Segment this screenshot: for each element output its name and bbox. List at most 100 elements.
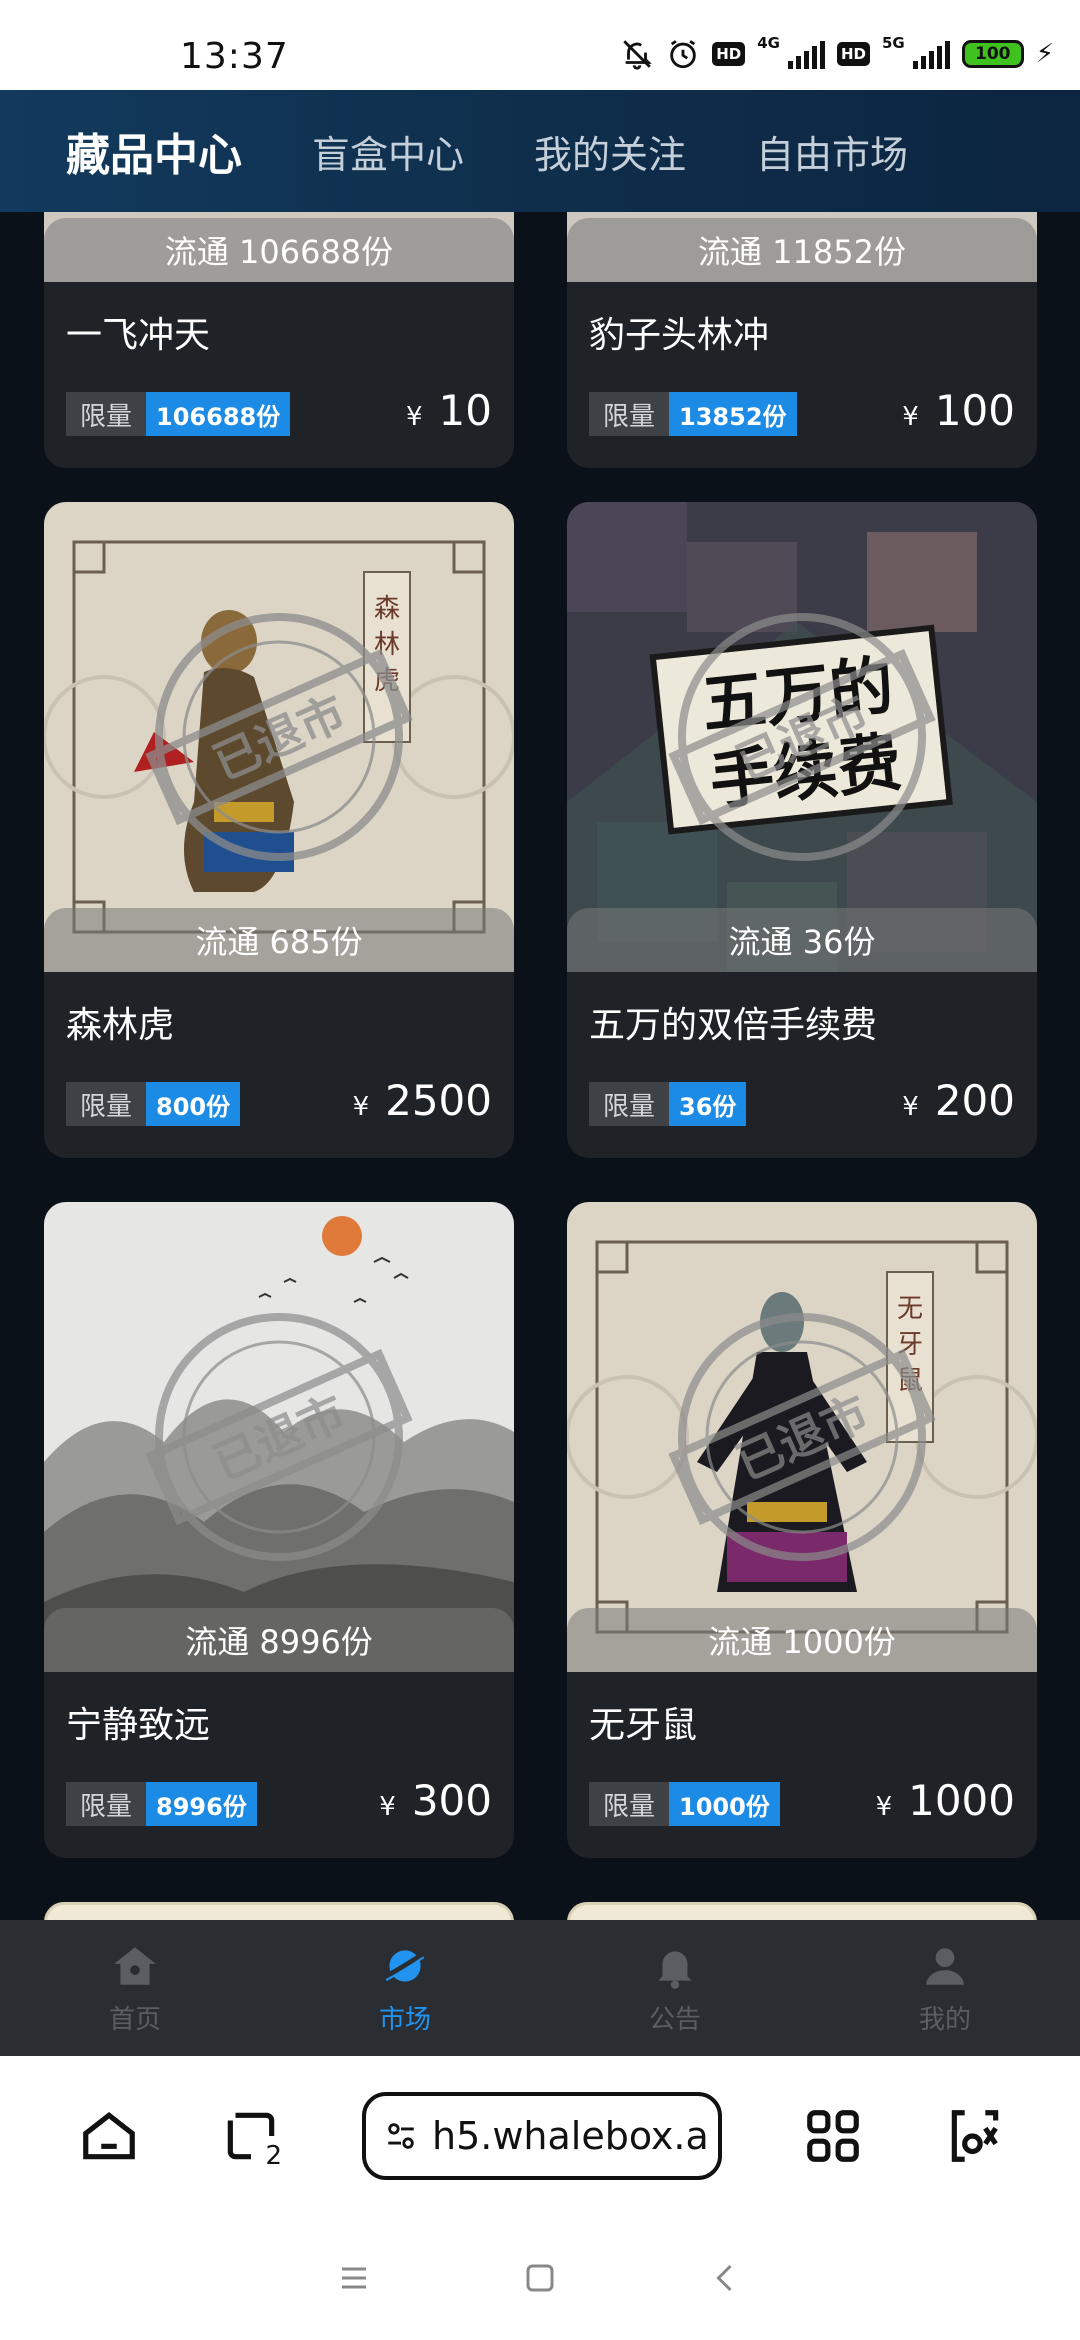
user-icon [926,1947,964,1985]
card-image: 已退市 流通 8996份 [44,1202,514,1672]
planet-icon [385,1949,426,1982]
system-navigation-bar [0,2216,1080,2340]
price: ¥ 300 [379,1776,492,1825]
limit-badge: 限量 36份 [589,1082,747,1126]
signal-icon [787,39,825,69]
collection-card[interactable] [567,1902,1037,1920]
home-square-icon[interactable] [522,2260,558,2296]
tab-my-follows[interactable]: 我的关注 [534,124,686,179]
tab-collection-center[interactable]: 藏品中心 [66,119,242,183]
url-text: h5.whalebox.a [432,2114,709,2158]
hd-icon: HD [712,42,746,66]
card-title: 一飞冲天 [66,315,211,356]
mute-bell-icon [620,37,654,71]
limit-value: 1000份 [669,1782,780,1826]
card-info: 五万的双倍手续费 限量 36份 ¥ 200 [567,972,1037,1158]
tab-blind-box-center[interactable]: 盲盒中心 [312,124,464,179]
card-title: 五万的双倍手续费 [589,1005,878,1046]
card-info: 宁静致远 限量 8996份 ¥ 300 [44,1672,514,1858]
limit-value: 800份 [146,1082,241,1126]
tabs-button[interactable]: 2 [220,2105,282,2171]
card-title: 森林虎 [66,1005,175,1046]
ai-assistant-button[interactable] [944,2105,1006,2167]
tab-count: 2 [265,2141,282,2171]
nav-item-profile[interactable]: 我的 [810,1920,1080,2056]
network-label-4g: 4G [757,34,780,52]
circulation-label: 流通 8996份 [44,1608,514,1672]
tab-free-market[interactable]: 自由市场 [756,124,908,179]
limit-value: 13852份 [669,392,797,436]
currency-symbol: ¥ [875,1792,893,1822]
artwork-image: 无牙鼠 已退市 [567,1202,1037,1672]
card-info: 森林虎 限量 800份 ¥ 2500 [44,972,514,1158]
collection-card[interactable]: 五万的 手续费 已退市 流通 36份 五万的双倍手续费 限量 36份 ¥ 200 [567,502,1037,1158]
limit-value: 106688份 [146,392,291,436]
currency-symbol: ¥ [406,402,423,432]
collection-card[interactable] [44,1902,514,1920]
card-title: 豹子头林冲 [589,315,770,356]
currency-symbol: ¥ [902,402,919,432]
price-value: 10 [438,386,492,435]
card-image: 森林虎 已退市 流通 685份 [44,502,514,972]
nav-item-announcements[interactable]: 公告 [540,1920,810,2056]
menu-icon[interactable] [336,2260,372,2296]
currency-symbol: ¥ [902,1092,919,1122]
collection-card[interactable]: 流通 11852份 豹子头林冲 限量 13852份 ¥ 100 [567,212,1037,468]
limit-label: 限量 [66,392,147,436]
address-bar[interactable]: h5.whalebox.a [362,2092,722,2180]
price: ¥ 100 [902,386,1015,435]
nav-label: 公告 [648,2004,701,2035]
limit-badge: 限量 800份 [66,1082,241,1126]
card-title: 无牙鼠 [589,1705,698,1746]
alarm-icon [666,37,700,71]
nav-item-home[interactable]: 首页 [0,1920,270,2056]
card-image: 无牙鼠 已退市 流通 1000份 [567,1202,1037,1672]
status-icons: HD 4G HD 5G 100 ⚡ [620,34,1054,74]
card-image: 五万的 手续费 已退市 流通 36份 [567,502,1037,972]
circulation-label: 流通 1000份 [567,1608,1037,1672]
apps-button[interactable] [802,2105,864,2167]
collection-card[interactable]: 已退市 流通 8996份 宁静致远 限量 8996份 ¥ 300 [44,1202,514,1858]
price: ¥ 10 [406,386,492,435]
grid-icon [807,2110,859,2162]
price-value: 2500 [385,1076,492,1125]
price: ¥ 1000 [876,1776,1015,1825]
card-image: 流通 106688份 [44,212,514,282]
browser-home-button[interactable] [78,2105,140,2167]
collection-card[interactable]: 无牙鼠 已退市 流通 1000份 无牙鼠 限量 1000份 ¥ 1000 [567,1202,1037,1858]
card-info: 一飞冲天 限量 106688份 ¥ 10 [44,282,514,468]
limit-badge: 限量 1000份 [589,1782,780,1826]
browser-toolbar: 2 h5.whalebox.a [0,2056,1080,2216]
artwork-image: 五万的 手续费 已退市 [567,502,1037,972]
battery-icon: 100 [961,40,1024,68]
status-bar: 13:37 HD 4G HD 5G 100 ⚡ [0,0,1080,90]
limit-label: 限量 [589,1782,670,1826]
back-icon[interactable] [708,2260,744,2296]
status-time: 13:37 [180,36,289,77]
limit-value: 8996份 [146,1782,257,1826]
ai-icon [951,2110,999,2162]
card-info: 豹子头林冲 限量 13852份 ¥ 100 [567,282,1037,468]
top-tab-bar: 藏品中心 盲盒中心 我的关注 自由市场 [0,90,1080,212]
limit-badge: 限量 8996份 [66,1782,257,1826]
price-value: 300 [411,1776,492,1825]
limit-label: 限量 [66,1082,147,1126]
home-outline-icon [83,2112,135,2160]
price-value: 200 [934,1076,1015,1125]
nav-item-market[interactable]: 市场 [270,1920,540,2056]
limit-badge: 限量 13852份 [589,392,797,436]
currency-symbol: ¥ [352,1092,370,1122]
collection-card[interactable]: 流通 106688份 一飞冲天 限量 106688份 ¥ 10 [44,212,514,468]
circulation-label: 流通 685份 [44,908,514,972]
limit-badge: 限量 106688份 [66,392,291,436]
collection-grid: 流通 106688份 一飞冲天 限量 106688份 ¥ 10 流通 11852… [0,212,1080,1920]
artwork-image: 已退市 [44,1202,514,1672]
limit-label: 限量 [66,1782,147,1826]
limit-label: 限量 [589,392,670,436]
site-settings-icon [388,2123,414,2149]
collection-card[interactable]: 森林虎 已退市 流通 685份 森林虎 限量 800份 ¥ 2500 [44,502,514,1158]
limit-value: 36份 [669,1082,747,1126]
card-title: 宁静致远 [66,1705,211,1746]
signal-icon-2 [912,39,950,69]
network-label-5g: 5G [881,34,905,52]
